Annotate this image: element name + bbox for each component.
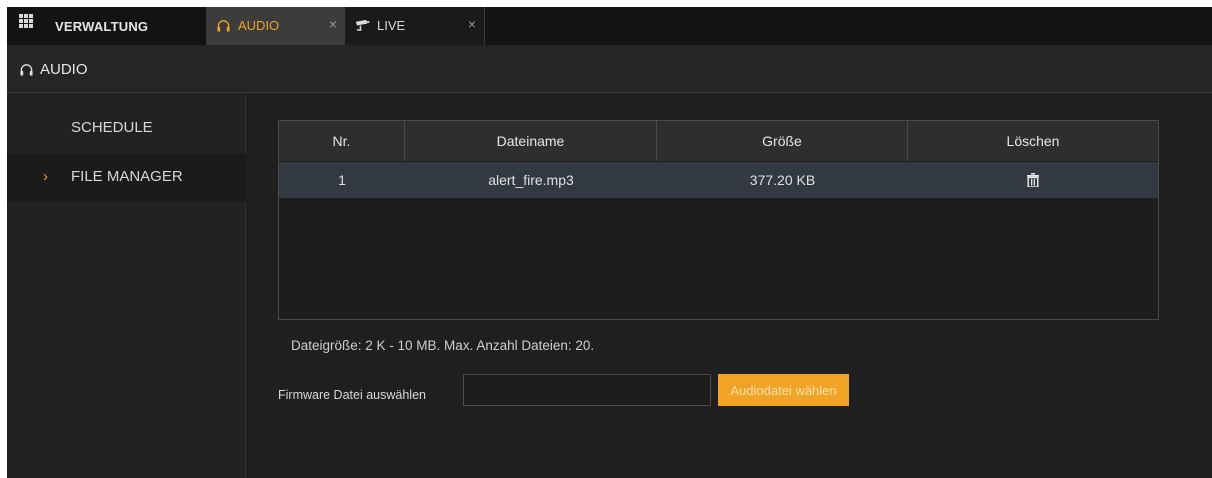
trash-icon[interactable] [1027, 173, 1039, 187]
firmware-file-input[interactable] [463, 374, 711, 406]
column-header-filename: Dateiname [405, 121, 657, 161]
camera-icon [355, 19, 370, 31]
tab-audio-close-icon[interactable]: × [329, 16, 337, 32]
headphones-icon [20, 64, 33, 76]
tab-live[interactable]: LIVE × [345, 7, 485, 45]
cell-nr: 1 [338, 172, 346, 188]
cell-size: 377.20 KB [749, 172, 816, 188]
app-frame: VERWALTUNG AUDIO × LIVE × AUDIO SCHEDULE… [7, 7, 1212, 478]
sidebar-item-label: SCHEDULE [71, 119, 153, 136]
grid-icon[interactable] [19, 14, 34, 29]
table-row[interactable]: 1 alert_fire.mp3 377.20 KB [279, 162, 1158, 198]
column-header-delete: Löschen [1006, 133, 1060, 149]
cell-filename: alert_fire.mp3 [488, 172, 574, 188]
file-table: Nr. Dateiname Größe Löschen 1 alert_fire… [278, 120, 1159, 320]
chevron-right-icon: › [43, 168, 48, 185]
main-content: Nr. Dateiname Größe Löschen 1 alert_fire… [247, 94, 1212, 478]
firmware-file-label: Firmware Datei auswählen [278, 388, 426, 402]
column-header-nr: Nr. [279, 121, 405, 161]
choose-audio-file-button[interactable]: Audiodatei wählen [718, 374, 849, 406]
tab-audio-label: AUDIO [238, 18, 280, 33]
sidebar-item-schedule[interactable]: SCHEDULE [7, 104, 246, 153]
tab-verwaltung[interactable]: VERWALTUNG [7, 7, 206, 45]
tab-live-close-icon[interactable]: × [468, 16, 476, 32]
tab-bar: VERWALTUNG AUDIO × LIVE × [7, 7, 1212, 45]
sidebar-item-label: FILE MANAGER [71, 168, 183, 185]
cell-delete [908, 162, 1158, 198]
page-title: AUDIO [40, 61, 88, 78]
sidebar: SCHEDULE › FILE MANAGER [7, 94, 246, 478]
sidebar-item-file-manager[interactable]: › FILE MANAGER [7, 153, 246, 202]
tab-audio[interactable]: AUDIO × [206, 7, 345, 45]
file-size-info: Dateigröße: 2 K - 10 MB. Max. Anzahl Dat… [291, 338, 595, 353]
tab-live-label: LIVE [377, 18, 406, 33]
page-header: AUDIO [7, 45, 1212, 93]
headphones-icon [217, 20, 230, 32]
column-header-size: Größe [657, 121, 908, 161]
tab-verwaltung-label: VERWALTUNG [55, 19, 149, 34]
table-header: Nr. Dateiname Größe Löschen [279, 121, 1158, 161]
